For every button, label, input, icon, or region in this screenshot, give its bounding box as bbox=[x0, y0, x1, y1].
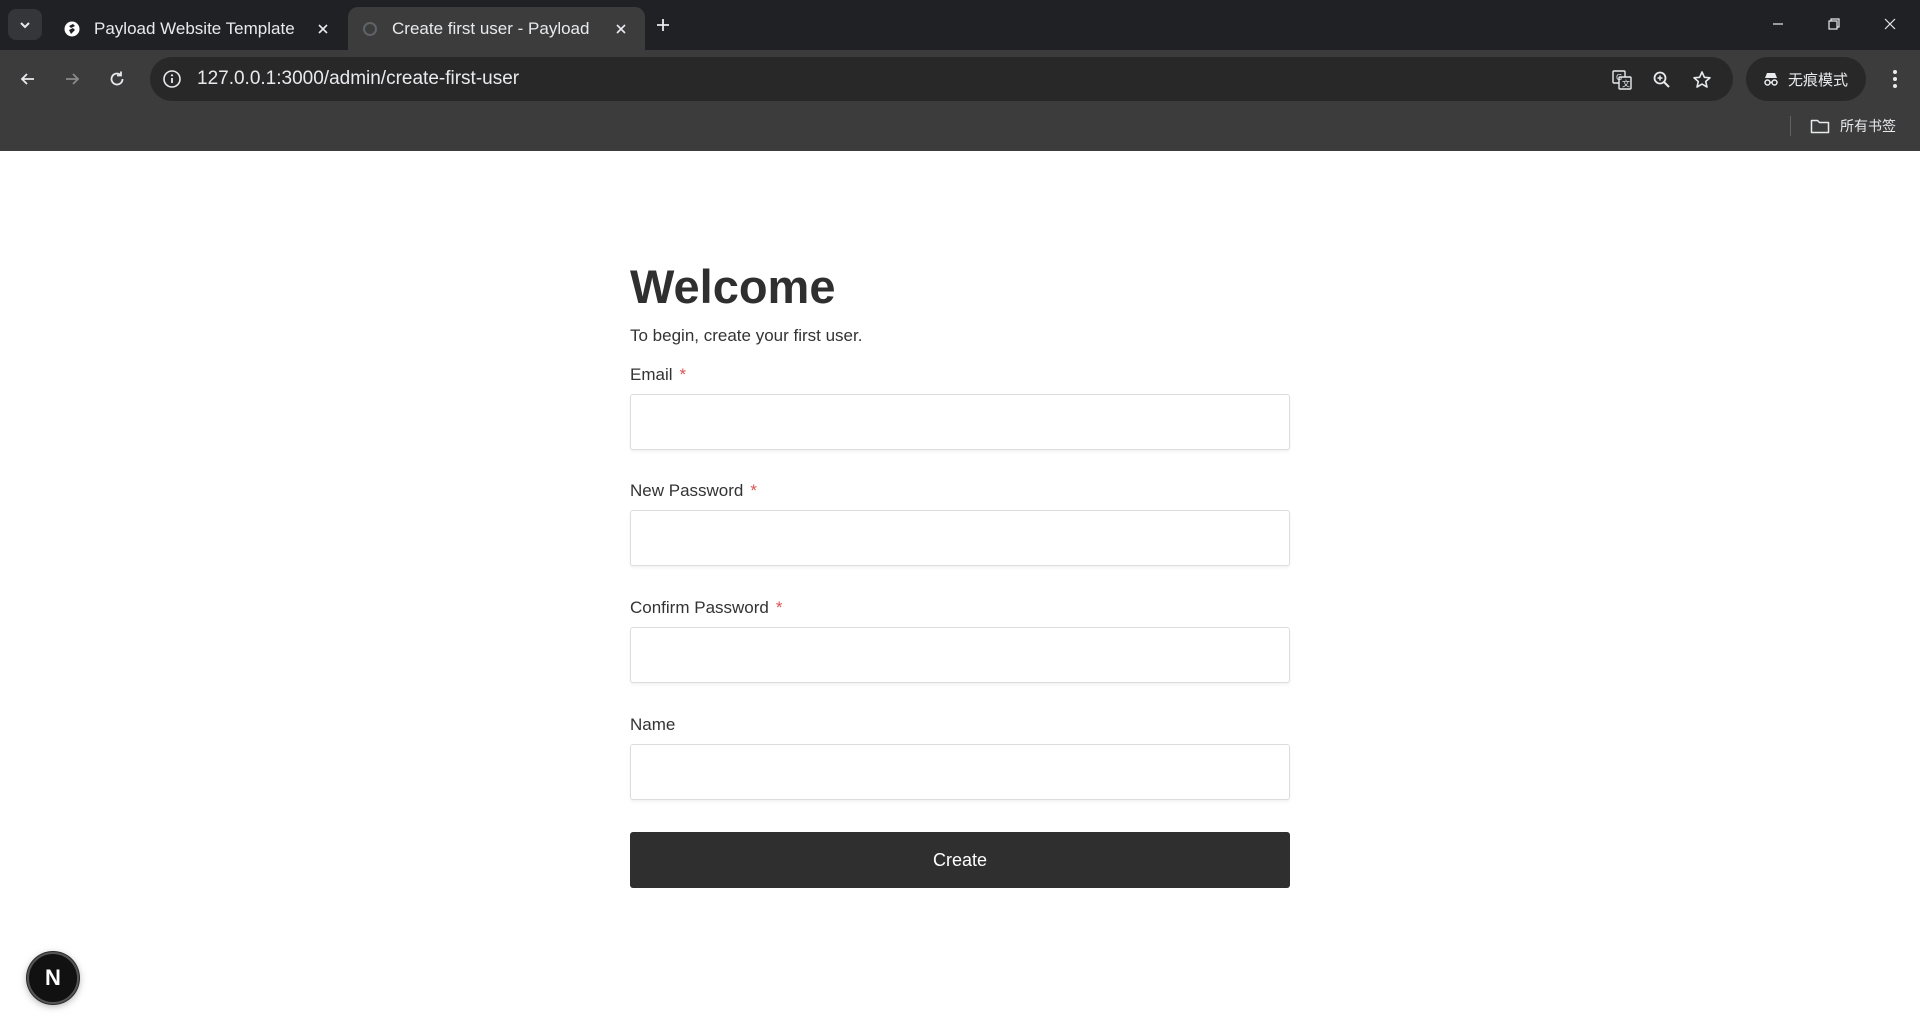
confirm-password-label: Confirm Password * bbox=[630, 597, 783, 619]
nextjs-dev-indicator[interactable]: N bbox=[27, 952, 79, 1004]
tab-search-button[interactable] bbox=[8, 9, 42, 40]
restore-icon bbox=[1828, 18, 1840, 30]
tab-title: Create first user - Payload bbox=[392, 18, 590, 38]
reload-icon bbox=[110, 71, 124, 86]
email-field[interactable] bbox=[630, 394, 1290, 450]
browser-toolbar: 127.0.0.1:3000/admin/create-first-user G… bbox=[0, 50, 1920, 108]
browser-menu-button[interactable] bbox=[1880, 64, 1910, 94]
all-bookmarks-label: 所有书签 bbox=[1840, 118, 1896, 134]
new-tab-button[interactable] bbox=[650, 12, 676, 38]
folder-icon bbox=[1810, 119, 1830, 134]
tab-payload-website-template[interactable]: Payload Website Template bbox=[50, 7, 347, 50]
incognito-label: 无痕模式 bbox=[1788, 71, 1849, 89]
name-label: Name bbox=[630, 714, 675, 736]
url-text[interactable]: 127.0.0.1:3000/admin/create-first-user bbox=[197, 57, 519, 101]
incognito-icon bbox=[1764, 73, 1778, 86]
required-marker: * bbox=[679, 365, 687, 384]
bookmarks-separator bbox=[1790, 116, 1791, 136]
intro-text: To begin, create your first user. bbox=[630, 326, 863, 345]
tab-strip: Payload Website Template Create first us… bbox=[0, 0, 1920, 50]
new-password-label: New Password * bbox=[630, 480, 757, 502]
loading-spinner-icon bbox=[363, 21, 377, 36]
close-icon[interactable] bbox=[313, 19, 333, 39]
reload-button[interactable] bbox=[102, 64, 132, 94]
name-field[interactable] bbox=[630, 744, 1290, 800]
create-button[interactable]: Create bbox=[630, 832, 1290, 888]
bookmark-star-button[interactable] bbox=[1690, 68, 1714, 92]
site-info-icon[interactable] bbox=[162, 69, 182, 89]
confirm-password-label-text: Confirm Password bbox=[630, 598, 769, 617]
page-title: Welcome bbox=[630, 260, 836, 313]
zoom-button[interactable] bbox=[1650, 68, 1674, 92]
new-password-label-text: New Password bbox=[630, 481, 744, 500]
chevron-down-icon bbox=[20, 21, 30, 28]
new-password-field[interactable] bbox=[630, 510, 1290, 566]
zoom-in-icon bbox=[1653, 71, 1670, 88]
incognito-indicator[interactable]: 无痕模式 bbox=[1746, 57, 1866, 101]
address-bar[interactable]: 127.0.0.1:3000/admin/create-first-user G… bbox=[150, 57, 1733, 101]
nextjs-logo-letter: N bbox=[45, 965, 61, 990]
arrow-right-icon bbox=[66, 73, 80, 85]
email-label-text: Email bbox=[630, 365, 673, 384]
tab-title: Payload Website Template bbox=[94, 18, 295, 38]
required-marker: * bbox=[775, 598, 783, 617]
close-icon[interactable] bbox=[611, 19, 631, 39]
back-button[interactable] bbox=[13, 64, 43, 94]
payload-logo-icon bbox=[64, 21, 80, 36]
confirm-password-field[interactable] bbox=[630, 627, 1290, 683]
svg-text:文: 文 bbox=[1622, 79, 1630, 89]
restore-button[interactable] bbox=[1814, 8, 1854, 40]
forward-button[interactable] bbox=[57, 64, 87, 94]
all-bookmarks-button[interactable]: 所有书签 bbox=[1810, 112, 1896, 140]
close-window-button[interactable] bbox=[1870, 8, 1910, 40]
arrow-left-icon bbox=[20, 73, 34, 85]
page-content: Welcome To begin, create your first user… bbox=[0, 151, 1920, 1030]
translate-button[interactable]: G文 bbox=[1610, 68, 1634, 92]
email-label: Email * bbox=[630, 364, 686, 386]
name-label-text: Name bbox=[630, 715, 676, 734]
plus-icon bbox=[657, 19, 669, 31]
minimize-icon bbox=[1773, 23, 1783, 25]
close-icon bbox=[1884, 18, 1896, 30]
minimize-button[interactable] bbox=[1758, 8, 1798, 40]
required-marker: * bbox=[750, 481, 757, 500]
translate-icon: G文 bbox=[1612, 70, 1632, 90]
more-vertical-icon bbox=[1893, 70, 1897, 88]
bookmarks-bar: 所有书签 bbox=[0, 108, 1920, 151]
star-icon bbox=[1693, 71, 1711, 88]
tab-create-first-user[interactable]: Create first user - Payload bbox=[348, 7, 645, 50]
